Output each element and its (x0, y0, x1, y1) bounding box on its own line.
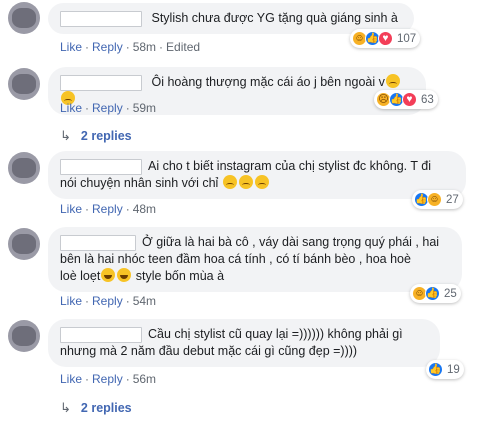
haha-icon: ☺ (427, 192, 442, 207)
reaction-summary[interactable]: 👍 19 (426, 360, 464, 379)
reply-button[interactable]: Reply (92, 40, 123, 54)
comment-actions: Like · Reply · 48m (60, 202, 157, 216)
avatar[interactable] (8, 152, 40, 184)
like-icon: 👍 (428, 362, 443, 377)
timestamp[interactable]: 48m (133, 202, 156, 216)
timestamp[interactable]: 59m (133, 101, 156, 115)
like-button[interactable]: Like (60, 202, 82, 216)
laughing-emoji-icon (117, 268, 132, 282)
reaction-summary[interactable]: 👍 ☺ 27 (412, 190, 463, 209)
reaction-summary[interactable]: ☺ 👍 25 (410, 284, 461, 303)
comment-text-line: style bốn mùa à (135, 269, 225, 283)
reply-arrow-icon: ↳ (60, 128, 71, 143)
timestamp[interactable]: 54m (133, 294, 156, 308)
comment-text-line: Ở giữa là hai bà cô , váy dài sang trọng… (142, 235, 440, 249)
commenter-name[interactable] (60, 234, 136, 251)
timestamp[interactable]: 56m (133, 372, 156, 386)
laughing-emoji-icon (101, 268, 116, 282)
avatar[interactable] (8, 68, 40, 100)
comment-bubble: Cầu chị stylist cũ quay lại =)))))) khôn… (48, 319, 440, 367)
sad-emoji-icon (385, 74, 400, 88)
comment-text-line: nhưng mà 2 năm đầu debut mặc cái gì cũng… (60, 344, 358, 358)
love-icon: ♥ (378, 31, 393, 46)
reaction-count: 27 (446, 193, 459, 206)
reaction-count: 107 (397, 32, 417, 45)
comment-text: Stylish chưa được YG tặng quà giáng sinh… (151, 11, 398, 25)
reaction-count: 19 (447, 363, 460, 376)
commenter-name[interactable] (60, 326, 142, 343)
comment-bubble: Ai cho t biết instagram của chị stylist … (48, 151, 466, 199)
like-button[interactable]: Like (60, 40, 82, 54)
comment-text-line: loè loẹt (60, 269, 101, 283)
comment-actions: Like · Reply · 56m (60, 372, 157, 386)
reply-button[interactable]: Reply (92, 101, 123, 115)
reply-button[interactable]: Reply (92, 294, 123, 308)
love-icon: ♥ (402, 92, 417, 107)
reaction-summary[interactable]: ☺ 👍 ♥ 107 (350, 29, 421, 48)
avatar[interactable] (8, 320, 40, 352)
commenter-name[interactable] (60, 74, 142, 91)
commenter-name[interactable] (60, 158, 142, 175)
avatar[interactable] (8, 2, 40, 34)
comment-actions: Like · Reply · 59m (60, 101, 157, 115)
sad-emoji-icon (222, 175, 237, 189)
sad-emoji-icon (238, 175, 253, 189)
reply-arrow-icon: ↳ (60, 400, 71, 415)
comment-actions: Like · Reply · 58m · Edited (60, 40, 201, 54)
timestamp[interactable]: 58m (133, 40, 156, 54)
like-button[interactable]: Like (60, 294, 82, 308)
comment-actions: Like · Reply · 54m (60, 294, 157, 308)
reaction-count: 25 (444, 287, 457, 300)
edited-label[interactable]: Edited (166, 40, 200, 54)
comment-text-line: bên là hai nhóc teen đầm hoa cá tính , c… (60, 252, 411, 266)
commenter-name[interactable] (60, 10, 142, 27)
view-replies-link[interactable]: ↳ 2 replies (60, 400, 132, 416)
comment-text: Ôi hoàng thượng mặc cái áo j bên ngoài v (151, 75, 385, 89)
comment-text-line: Ai cho t biết instagram của chị stylist … (148, 159, 432, 173)
like-icon: 👍 (425, 286, 440, 301)
sad-emoji-icon (254, 175, 269, 189)
comment-text-line: Cầu chị stylist cũ quay lại =)))))) khôn… (148, 327, 403, 341)
reply-button[interactable]: Reply (92, 372, 123, 386)
comment-bubble: Ở giữa là hai bà cô , váy dài sang trọng… (48, 227, 462, 292)
reaction-count: 63 (421, 93, 434, 106)
reply-button[interactable]: Reply (92, 202, 123, 216)
comment-text-line: nói chuyện nhân sinh với chỉ (60, 176, 219, 190)
like-button[interactable]: Like (60, 372, 82, 386)
reaction-summary[interactable]: ☹ 👍 ♥ 63 (374, 90, 438, 109)
avatar[interactable] (8, 228, 40, 260)
view-replies-link[interactable]: ↳ 2 replies (60, 128, 132, 144)
like-button[interactable]: Like (60, 101, 82, 115)
